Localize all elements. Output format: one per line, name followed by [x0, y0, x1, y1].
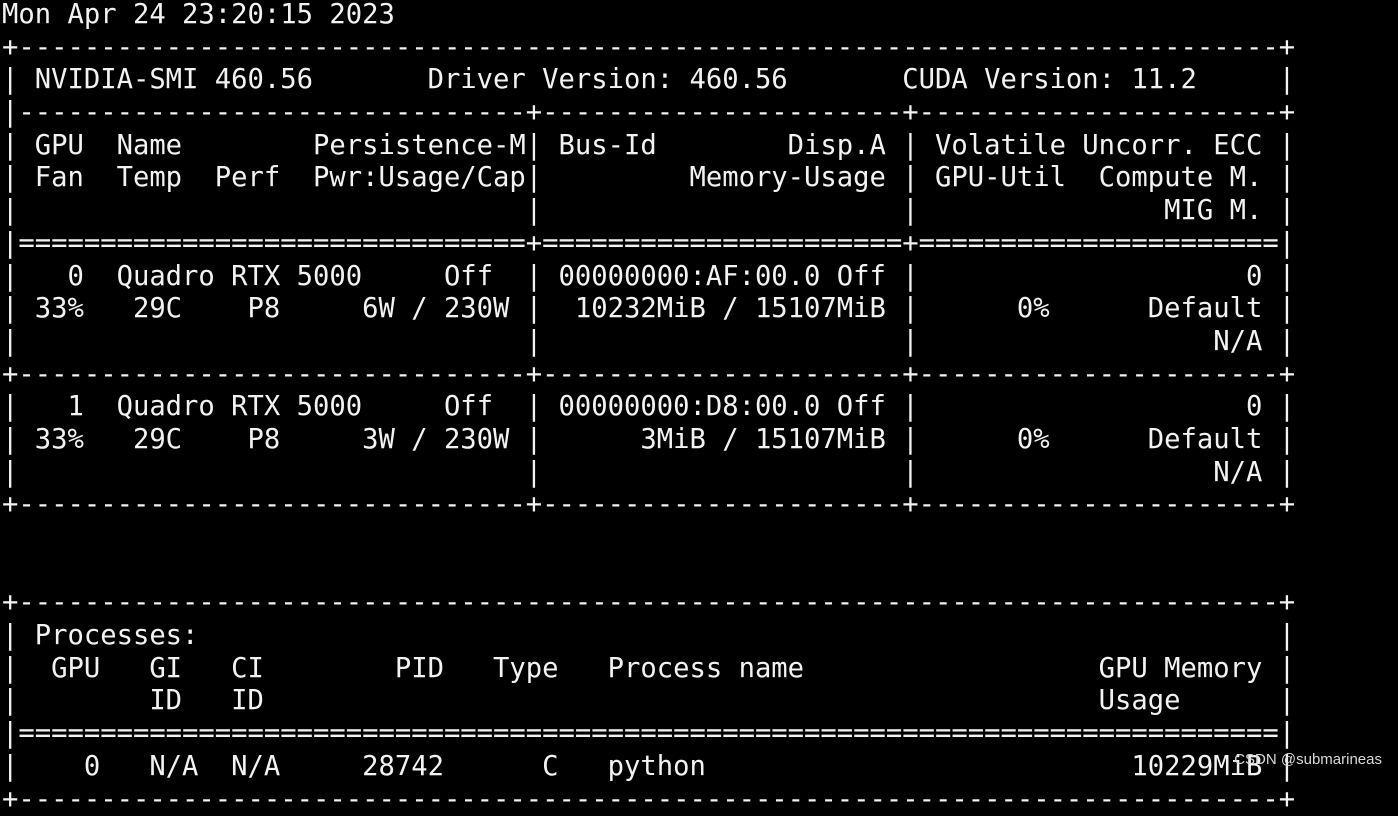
- column-header-row-1: | GPU Name Persistence-M| Bus-Id Disp.A …: [2, 130, 1295, 163]
- terminal-output: Mon Apr 24 23:20:15 2023+---------------…: [2, 0, 1295, 816]
- version-header-row: | NVIDIA-SMI 460.56 Driver Version: 460.…: [2, 64, 1295, 97]
- processes-header-separator: |=======================================…: [2, 718, 1295, 751]
- processes-title-row: | Processes: |: [2, 620, 1295, 653]
- processes-header-row-1: | GPU GI CI PID Type Process name GPU Me…: [2, 653, 1295, 686]
- timestamp-line: Mon Apr 24 23:20:15 2023: [2, 0, 1295, 32]
- blank-line: [2, 522, 1295, 555]
- header-double-separator: |===============================+=======…: [2, 228, 1295, 261]
- header-separator: |-------------------------------+-------…: [2, 97, 1295, 130]
- column-header-row-2: | Fan Temp Perf Pwr:Usage/Cap| Memory-Us…: [2, 162, 1295, 195]
- gpu-0-row-1: | 0 Quadro RTX 5000 Off | 00000000:AF:00…: [2, 261, 1295, 294]
- gpu-table-border-bottom: +-------------------------------+-------…: [2, 489, 1295, 522]
- gpu-separator: +-------------------------------+-------…: [2, 359, 1295, 392]
- gpu-0-row-2: | 33% 29C P8 6W / 230W | 10232MiB / 1510…: [2, 293, 1295, 326]
- gpu-1-row-1: | 1 Quadro RTX 5000 Off | 00000000:D8:00…: [2, 391, 1295, 424]
- table-border-top: +---------------------------------------…: [2, 32, 1295, 65]
- processes-header-row-2: | ID ID Usage |: [2, 685, 1295, 718]
- processes-border-top: +---------------------------------------…: [2, 587, 1295, 620]
- watermark-text: CSDN @submarineas: [1234, 751, 1382, 768]
- column-header-row-3: | | | MIG M. |: [2, 195, 1295, 228]
- gpu-1-row-2: | 33% 29C P8 3W / 230W | 3MiB / 15107MiB…: [2, 424, 1295, 457]
- process-row: | 0 N/A N/A 28742 C python 10229MiB |: [2, 751, 1295, 784]
- gpu-0-row-3: | | | N/A |: [2, 326, 1295, 359]
- gpu-1-row-3: | | | N/A |: [2, 457, 1295, 490]
- processes-border-bottom: +---------------------------------------…: [2, 784, 1295, 816]
- blank-line: [2, 555, 1295, 588]
